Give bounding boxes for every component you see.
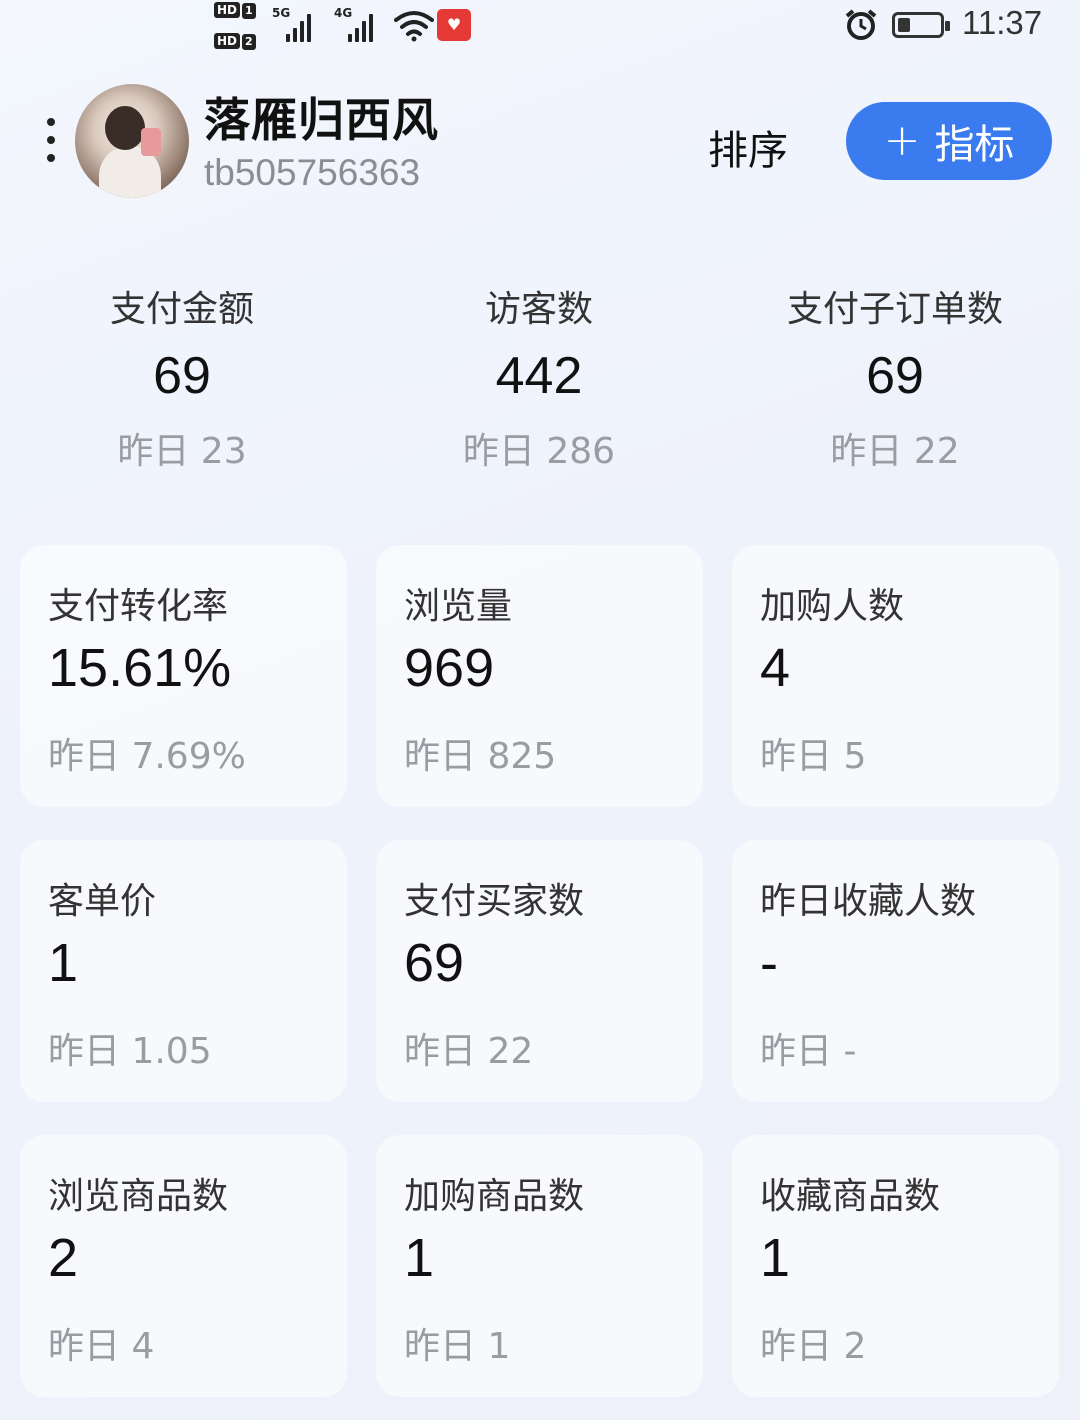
plus-icon: + (883, 115, 921, 166)
card-value: 1 (760, 1228, 791, 1288)
hd-indicator-2: HD 2 (214, 33, 264, 51)
card-yesterday: 昨日 7.69% (48, 736, 246, 777)
card-value: 1 (404, 1228, 435, 1288)
metric-label: 访客数 (484, 289, 593, 330)
card-label: 浏览量 (404, 586, 513, 627)
shop-name: 落雁归西风 (204, 93, 439, 147)
card-value: 969 (404, 638, 495, 698)
card-yesterday: 昨日 825 (404, 736, 557, 777)
card-page-views[interactable]: 浏览量 969 昨日 825 (376, 545, 703, 807)
metric-payment-amount[interactable]: 支付金额 69 昨日 23 (12, 280, 352, 474)
card-favorites-users[interactable]: 昨日收藏人数 - 昨日 - (732, 840, 1059, 1102)
card-value: 4 (760, 638, 791, 698)
metric-visitors[interactable]: 访客数 442 昨日 286 (369, 280, 709, 474)
card-label: 加购人数 (760, 586, 905, 627)
card-yesterday: 昨日 22 (404, 1031, 534, 1072)
add-metric-label: 指标 (934, 122, 1015, 168)
user-id: tb505756363 (204, 152, 421, 193)
metric-label: 支付子订单数 (786, 289, 1003, 330)
card-label: 浏览商品数 (48, 1176, 229, 1217)
hd-indicator-1: HD 1 (214, 2, 264, 20)
metric-sub-orders[interactable]: 支付子订单数 69 昨日 22 (725, 280, 1065, 474)
card-yesterday: 昨日 2 (760, 1326, 867, 1367)
card-yesterday: 昨日 - (760, 1031, 857, 1072)
card-value: 1 (48, 933, 79, 993)
card-label: 客单价 (48, 881, 157, 922)
status-bar: HD 1 HD 2 5G 4G ♥ 11:37 (0, 0, 1080, 56)
card-label: 收藏商品数 (760, 1176, 941, 1217)
metric-value: 442 (495, 347, 583, 405)
card-label: 支付买家数 (404, 881, 585, 922)
metric-yesterday: 昨日 286 (462, 431, 616, 472)
more-options-icon[interactable] (44, 118, 58, 168)
avatar[interactable] (75, 84, 189, 198)
card-viewed-products[interactable]: 浏览商品数 2 昨日 4 (20, 1135, 347, 1397)
app-notification-icon: ♥ (437, 9, 471, 41)
metric-label: 支付金额 (109, 289, 254, 330)
card-favorited-products[interactable]: 收藏商品数 1 昨日 2 (732, 1135, 1059, 1397)
card-yesterday: 昨日 4 (48, 1326, 155, 1367)
card-value: 69 (404, 933, 465, 993)
metric-value: 69 (866, 347, 924, 405)
metric-yesterday: 昨日 22 (830, 431, 960, 472)
add-metric-button[interactable]: + 指标 (846, 102, 1052, 180)
card-yesterday: 昨日 5 (760, 736, 867, 777)
card-conversion-rate[interactable]: 支付转化率 15.61% 昨日 7.69% (20, 545, 347, 807)
card-label: 昨日收藏人数 (760, 881, 977, 922)
card-yesterday: 昨日 1.05 (48, 1031, 212, 1072)
metric-yesterday: 昨日 23 (117, 431, 247, 472)
card-avg-order-value[interactable]: 客单价 1 昨日 1.05 (20, 840, 347, 1102)
alarm-icon (845, 9, 877, 40)
card-label: 支付转化率 (48, 586, 229, 627)
battery-icon (892, 12, 950, 38)
sort-button[interactable]: 排序 (708, 118, 788, 176)
card-cart-products[interactable]: 加购商品数 1 昨日 1 (376, 1135, 703, 1397)
card-label: 加购商品数 (404, 1176, 585, 1217)
card-paying-buyers[interactable]: 支付买家数 69 昨日 22 (376, 840, 703, 1102)
status-right: 11:37 (844, 0, 1042, 56)
clock: 11:37 (962, 4, 1043, 41)
card-value: - (760, 933, 778, 993)
metric-value: 69 (153, 347, 211, 405)
wifi-icon (394, 11, 434, 42)
card-add-to-cart-users[interactable]: 加购人数 4 昨日 5 (732, 545, 1059, 807)
card-yesterday: 昨日 1 (404, 1326, 511, 1367)
card-value: 15.61% (48, 638, 232, 698)
card-value: 2 (48, 1228, 79, 1288)
